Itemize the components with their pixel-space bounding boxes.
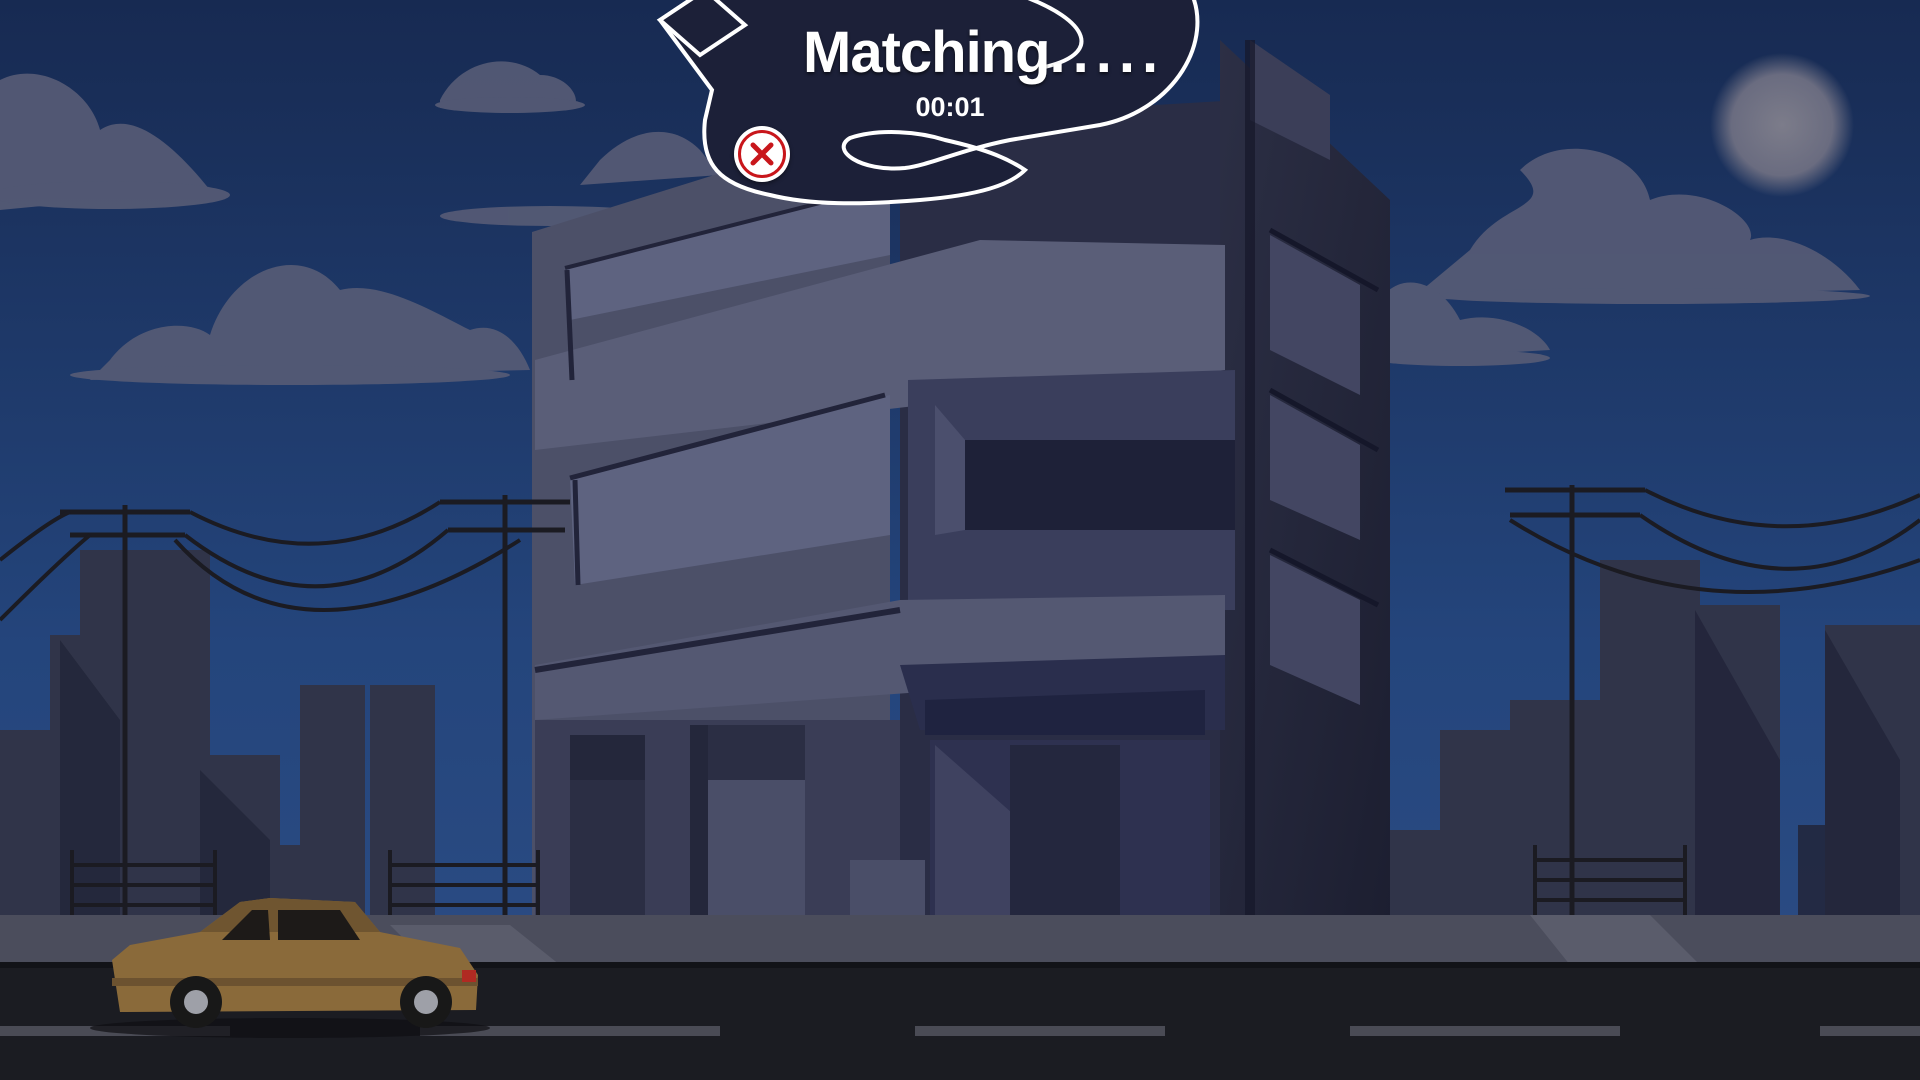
- close-circle-icon: [750, 142, 774, 166]
- cancel-matching-button[interactable]: [734, 126, 790, 182]
- matching-timer: 00:01: [915, 92, 985, 122]
- matching-dots: .....: [1049, 20, 1166, 85]
- matching-text: Matching: [803, 20, 1051, 85]
- game-background: [0, 0, 1920, 1080]
- moon-icon: [1710, 53, 1854, 197]
- matching-label: Matching.....: [803, 18, 1158, 88]
